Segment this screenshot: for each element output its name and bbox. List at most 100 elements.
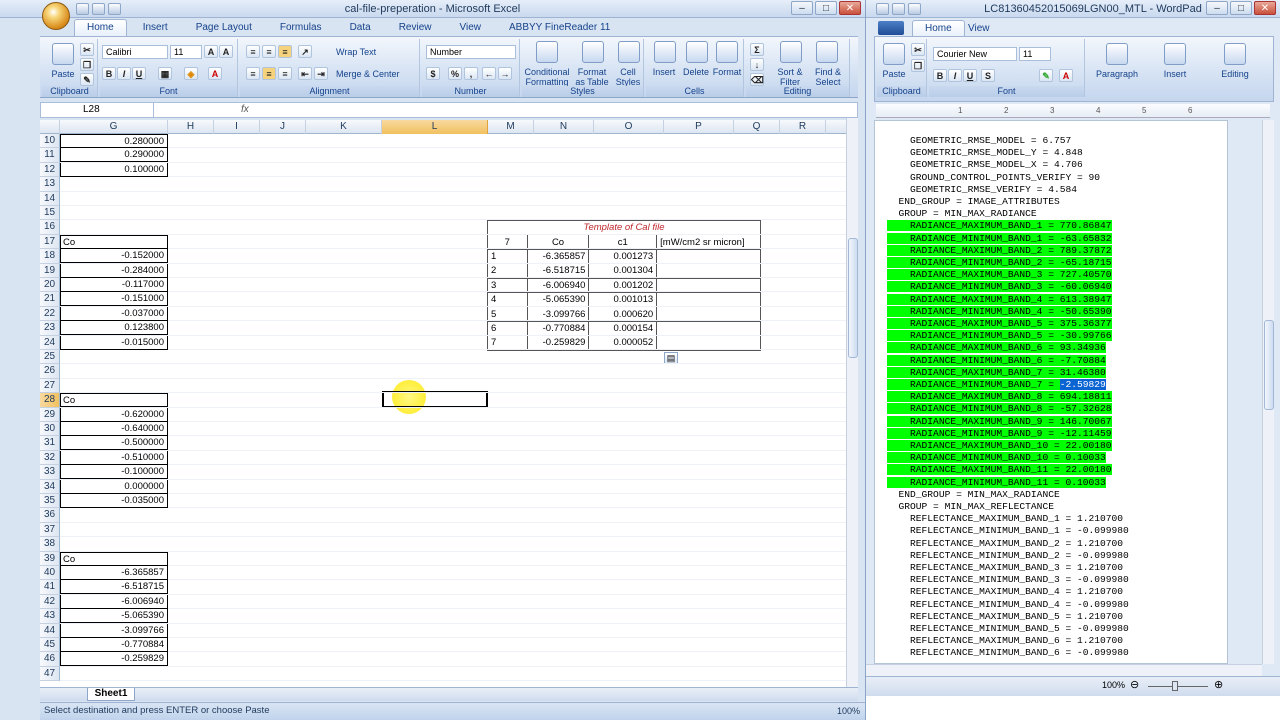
wp-underline-button[interactable]: U (963, 69, 977, 82)
wordpad-menu-icon[interactable] (876, 3, 889, 15)
zoom-out-icon[interactable]: ⊖ (1130, 678, 1139, 691)
column-header-l[interactable]: L (382, 120, 488, 134)
cell-g41[interactable]: -6.518715 (60, 580, 168, 595)
row-header-11[interactable]: 11 (40, 148, 60, 163)
autosum-icon[interactable]: Σ (750, 43, 764, 56)
wp-bold-button[interactable]: B (933, 69, 947, 82)
cell-g18[interactable]: -0.152000 (60, 249, 168, 264)
template-cell[interactable]: 2 (487, 263, 528, 279)
template-cell[interactable]: 6 (487, 320, 528, 337)
row-header-17[interactable]: 17 (40, 234, 60, 250)
column-header-n[interactable]: N (534, 120, 594, 134)
cell-g46[interactable]: -0.259829 (60, 652, 168, 667)
name-box[interactable]: L28 (41, 103, 154, 117)
decrease-indent-icon[interactable]: ⇤ (298, 67, 312, 80)
font-color-icon[interactable]: A (208, 67, 222, 80)
cell-g45[interactable]: -0.770884 (60, 638, 168, 652)
row-header-21[interactable]: 21 (40, 292, 60, 307)
cell-g31[interactable]: -0.500000 (60, 436, 168, 451)
row-header-14[interactable]: 14 (40, 191, 60, 206)
conditional-formatting-button[interactable]: Conditional Formatting (522, 67, 572, 87)
cell-g43[interactable]: -5.065390 (60, 609, 168, 624)
wp-paste-button[interactable]: Paste (879, 69, 909, 79)
row-header-36[interactable]: 36 (40, 508, 60, 523)
column-header-i[interactable]: I (214, 120, 260, 134)
wp-paragraph-icon[interactable] (1106, 43, 1128, 65)
cell-g10[interactable]: 0.280000 (60, 134, 168, 148)
wp-paste-icon[interactable] (883, 43, 905, 65)
align-bottom-icon[interactable]: ≡ (278, 45, 292, 58)
column-header-j[interactable]: J (260, 120, 306, 134)
row-header-12[interactable]: 12 (40, 162, 60, 178)
ruler[interactable]: 1 2 3 4 5 6 (876, 104, 1270, 118)
maximize-button[interactable]: □ (815, 1, 837, 15)
comma-icon[interactable]: , (464, 67, 478, 80)
wp-highlight-icon[interactable]: ✎ (1039, 69, 1053, 82)
wp-insert-button[interactable]: Insert (1147, 69, 1203, 79)
document-area[interactable]: GEOMETRIC_RMSE_MODEL = 6.757 GEOMETRIC_R… (874, 120, 1228, 664)
increase-decimal-icon[interactable]: ← (482, 67, 496, 80)
merge-center-button[interactable]: Merge & Center (336, 69, 420, 79)
template-header-cell[interactable]: c1 (588, 234, 658, 250)
wp-font-name-combo[interactable]: Courier New (933, 47, 1017, 61)
zoom-in-icon[interactable]: ⊕ (1214, 678, 1223, 691)
cell-g40[interactable]: -6.365857 (60, 566, 168, 580)
row-header-26[interactable]: 26 (40, 364, 60, 379)
find-select-icon[interactable] (816, 41, 838, 63)
wp-font-color-icon[interactable]: A (1059, 69, 1073, 82)
template-cell[interactable]: -0.259829 (526, 335, 590, 351)
cut-icon[interactable]: ✂ (80, 43, 94, 56)
paste-icon[interactable] (52, 43, 74, 65)
wordpad-minimize-button[interactable]: – (1206, 1, 1228, 15)
row-header-28[interactable]: 28 (40, 393, 60, 408)
grow-font-icon[interactable]: A (204, 45, 218, 58)
selected-text[interactable]: -2.59829 (1059, 379, 1106, 390)
tab-page-layout[interactable]: Page Layout (184, 20, 264, 36)
tab-formulas[interactable]: Formulas (268, 20, 334, 36)
scroll-thumb[interactable] (848, 238, 858, 358)
row-header-32[interactable]: 32 (40, 450, 60, 466)
wp-cut-icon[interactable]: ✂ (911, 43, 925, 56)
cell-g42[interactable]: -6.006940 (60, 594, 168, 609)
cell-g28[interactable]: Co (60, 393, 168, 408)
column-header-q[interactable]: Q (734, 120, 780, 134)
tab-home[interactable]: Home (74, 19, 127, 36)
template-cell[interactable]: 0.001202 (588, 277, 658, 293)
wordpad-vertical-scrollbar[interactable] (1262, 120, 1274, 664)
template-header-cell[interactable]: Co (526, 234, 590, 250)
cell-g34[interactable]: 0.000000 (60, 479, 168, 494)
column-header-g[interactable]: G (60, 120, 168, 134)
cell-g23[interactable]: 0.123800 (60, 321, 168, 336)
row-header-16[interactable]: 16 (40, 220, 60, 235)
template-cell[interactable]: 0.000154 (588, 320, 658, 337)
cell-g17[interactable]: Co (60, 234, 168, 249)
cell-g11[interactable]: 0.290000 (60, 148, 168, 163)
wordpad-close-button[interactable]: ✕ (1254, 1, 1276, 15)
align-middle-icon[interactable]: ≡ (262, 45, 276, 58)
wordpad-horizontal-scrollbar[interactable] (866, 664, 1262, 676)
row-header-46[interactable]: 46 (40, 652, 60, 667)
minimize-button[interactable]: – (791, 1, 813, 15)
vertical-scrollbar[interactable] (846, 118, 858, 688)
conditional-formatting-icon[interactable] (536, 41, 558, 63)
template-cell[interactable]: 0.000052 (588, 335, 658, 351)
template-cell[interactable]: -0.770884 (526, 320, 590, 337)
fill-icon[interactable]: ↓ (750, 58, 764, 71)
cell-g12[interactable]: 0.100000 (60, 162, 168, 177)
row-header-38[interactable]: 38 (40, 537, 60, 552)
delete-cells-button[interactable]: Delete (680, 67, 712, 77)
row-header-43[interactable]: 43 (40, 609, 60, 624)
template-cell[interactable]: 4 (487, 291, 528, 308)
row-header-10[interactable]: 10 (40, 134, 60, 149)
tab-abbyy-finereader-11[interactable]: ABBYY FineReader 11 (497, 20, 622, 36)
wordpad-title-bar[interactable]: LC81360452015069LGN00_MTL - WordPad – □ … (866, 0, 1280, 18)
wp-paragraph-button[interactable]: Paragraph (1087, 69, 1147, 79)
align-left-icon[interactable]: ≡ (246, 67, 260, 80)
format-cells-button[interactable]: Format (710, 67, 744, 77)
wrap-text-button[interactable]: Wrap Text (336, 47, 416, 57)
cell-g35[interactable]: -0.035000 (60, 494, 168, 508)
row-header-25[interactable]: 25 (40, 350, 60, 365)
wp-insert-icon[interactable] (1164, 43, 1186, 65)
shrink-font-icon[interactable]: A (219, 45, 233, 58)
align-top-icon[interactable]: ≡ (246, 45, 260, 58)
